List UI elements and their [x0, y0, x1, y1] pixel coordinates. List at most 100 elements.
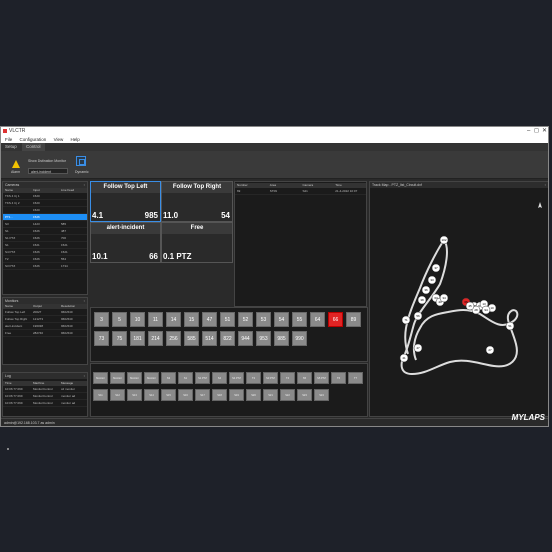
camera-button[interactable]: Monitor [144, 372, 159, 384]
camera-button[interactable]: S18 [212, 389, 227, 401]
track-marker[interactable]: 51 [505, 321, 515, 331]
table-row[interactable]: S3 PTZ 1526 1734 [3, 263, 87, 270]
number-key[interactable]: 10 [130, 312, 145, 327]
camera-button[interactable]: T6 [331, 372, 346, 384]
camera-button[interactable]: S3 PTZ [263, 372, 278, 384]
number-key[interactable]: 54 [274, 312, 289, 327]
tab-setup[interactable]: Setup [1, 143, 21, 151]
maximize-button[interactable]: ◻ [534, 127, 539, 136]
camera-button[interactable]: S14 [144, 389, 159, 401]
track-map[interactable]: 1023733363863403456716648571310474127519… [370, 188, 549, 417]
table-row[interactable]: alert-incident 196038 960x540 [3, 323, 87, 330]
number-key[interactable]: 66 [328, 312, 343, 327]
number-key[interactable]: 64 [310, 312, 325, 327]
camera-button[interactable]: T4 [280, 372, 295, 384]
camera-button[interactable]: Monitor [93, 372, 108, 384]
number-key[interactable]: 5 [112, 312, 127, 327]
menu-file[interactable]: File [5, 137, 12, 142]
track-marker[interactable]: 56 [413, 311, 423, 321]
camera-button[interactable]: S5 [297, 372, 312, 384]
track-marker[interactable]: 27 [485, 345, 495, 355]
table-row[interactable]: 10:06:77.099 MonitorControl monitor ad [3, 400, 87, 407]
table-row[interactable]: Follow Top Left 20027 960x540 [3, 309, 87, 316]
table-row[interactable]: TKS 4 Cj 1 1520 [3, 193, 87, 200]
camera-button[interactable]: S15 [161, 389, 176, 401]
camera-button[interactable]: S11 [93, 389, 108, 401]
camera-button[interactable]: S5 PTZ [314, 372, 329, 384]
number-key[interactable]: 15 [184, 312, 199, 327]
dynamic-monitor-icon[interactable] [76, 156, 86, 166]
number-key[interactable]: 585 [184, 331, 199, 346]
camera-button[interactable]: S4 PTZ [229, 372, 244, 384]
number-key[interactable]: 214 [148, 331, 163, 346]
camera-button[interactable]: S16 [178, 389, 193, 401]
track-marker[interactable]: 33 [427, 275, 437, 285]
track-marker[interactable]: 47 [413, 343, 423, 353]
table-row[interactable]: 10:06:77.099 MonitorControl cd monitor [3, 386, 87, 393]
camera-button[interactable]: S20 [246, 389, 261, 401]
tab-control[interactable]: Control [22, 143, 45, 151]
table-row[interactable]: S3 1423 585 [3, 221, 87, 228]
camera-button[interactable]: S17 [195, 389, 210, 401]
camera-button[interactable]: T7 [348, 372, 363, 384]
number-key[interactable]: 985 [274, 331, 289, 346]
track-marker[interactable]: 36 [421, 285, 431, 295]
table-row[interactable]: 69 ST09 S21 21-4-2022 10:07 [235, 188, 366, 195]
track-marker[interactable]: 34 [439, 293, 449, 303]
number-key[interactable]: 3 [94, 312, 109, 327]
camera-button[interactable]: S24 [314, 389, 329, 401]
number-key[interactable]: 944 [238, 331, 253, 346]
table-row[interactable]: PT1 .. 1526 [3, 214, 87, 221]
table-row[interactable]: S1 1521 1521 [3, 242, 87, 249]
track-marker[interactable]: 94 [481, 305, 491, 315]
camera-button[interactable]: S1 [178, 372, 193, 384]
track-marker[interactable]: 37 [431, 263, 441, 273]
table-row[interactable]: 1520 [3, 207, 87, 214]
camera-button[interactable]: S23 [297, 389, 312, 401]
video-tile-follow-top-right[interactable]: Follow Top Right 11.0 54 [161, 181, 233, 222]
number-key[interactable]: 47 [202, 312, 217, 327]
camera-button[interactable]: Monitor [127, 372, 142, 384]
number-key[interactable]: 256 [166, 331, 181, 346]
camera-button[interactable]: S22 [280, 389, 295, 401]
video-tile-free[interactable]: Free 0.1 PTZ [161, 222, 233, 263]
number-key[interactable]: 181 [130, 331, 145, 346]
number-key[interactable]: 51 [220, 312, 235, 327]
number-key[interactable]: 73 [94, 331, 109, 346]
menu-help[interactable]: Help [71, 137, 80, 142]
camera-button[interactable]: S3 [161, 372, 176, 384]
table-row[interactable]: S4 PTZ 1526 1521 [3, 249, 87, 256]
close-button[interactable]: ✕ [542, 127, 547, 136]
number-key[interactable]: 514 [202, 331, 217, 346]
track-marker[interactable]: 102 [439, 235, 449, 245]
camera-button[interactable]: S19 [229, 389, 244, 401]
table-row[interactable]: S1 PTZ 1526 700 [3, 235, 87, 242]
table-row[interactable]: S1 1526 487 [3, 228, 87, 235]
table-row[interactable]: 10:06:77.099 MonitorControl monitor ad [3, 393, 87, 400]
menu-view[interactable]: View [54, 137, 64, 142]
destination-select[interactable]: alert-incident [28, 168, 68, 174]
camera-button[interactable]: T2 [246, 372, 261, 384]
number-key[interactable]: 55 [292, 312, 307, 327]
camera-button[interactable]: Monitor [110, 372, 125, 384]
track-marker[interactable]: 41 [399, 353, 409, 363]
number-key[interactable]: 14 [166, 312, 181, 327]
number-key[interactable]: 53 [256, 312, 271, 327]
menu-configuration[interactable]: Configuration [20, 137, 47, 142]
table-row[interactable]: Follow Top Right 121273 960x540 [3, 316, 87, 323]
video-tile-alert-incident[interactable]: alert-incident 10.1 66 [90, 222, 161, 263]
table-row[interactable]: T2 1526 554 [3, 256, 87, 263]
track-marker[interactable]: 71 [401, 315, 411, 325]
minimize-button[interactable]: – [527, 127, 530, 136]
track-marker[interactable]: 38 [417, 295, 427, 305]
camera-button[interactable]: S1 PTZ [195, 372, 210, 384]
number-key[interactable]: 89 [346, 312, 361, 327]
number-key[interactable]: 75 [112, 331, 127, 346]
camera-button[interactable]: S4 [212, 372, 227, 384]
video-tile-follow-top-left[interactable]: Follow Top Left 4.1 985 [90, 181, 161, 222]
number-key[interactable]: 822 [220, 331, 235, 346]
number-key[interactable]: 11 [148, 312, 163, 327]
track-marker[interactable]: 45 [465, 301, 475, 311]
camera-button[interactable]: S21 [263, 389, 278, 401]
number-key[interactable]: 52 [238, 312, 253, 327]
